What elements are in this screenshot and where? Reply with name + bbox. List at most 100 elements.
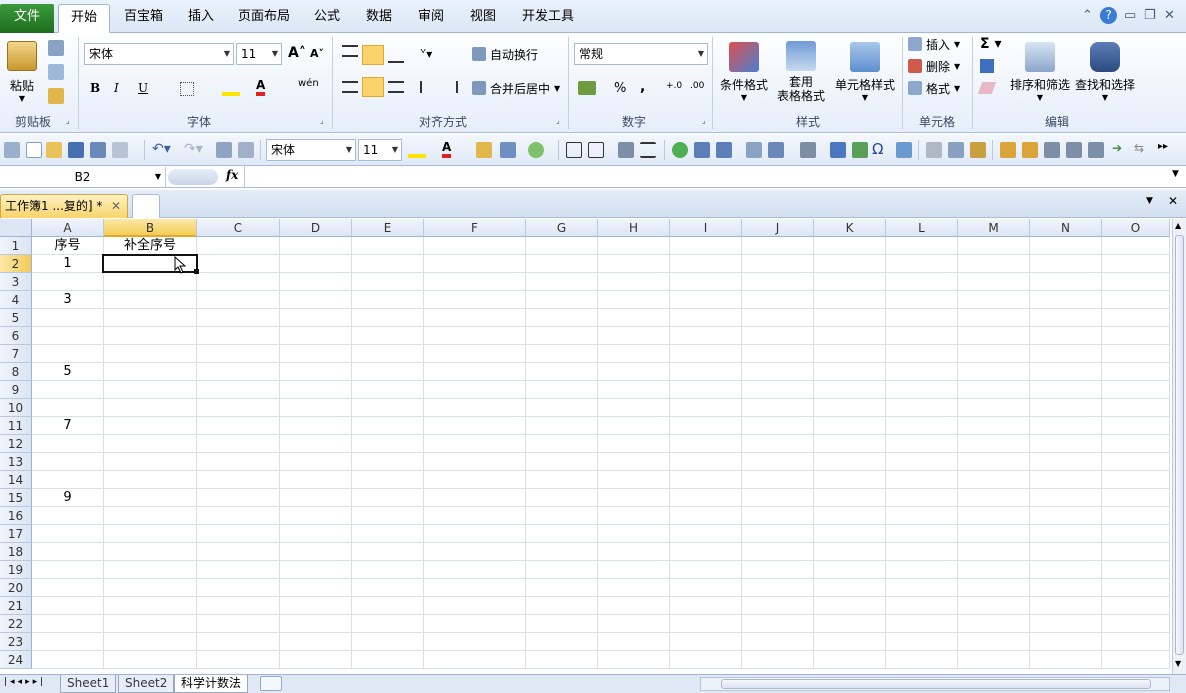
cell-j20[interactable] <box>742 579 814 597</box>
column-header-l[interactable]: L <box>886 219 958 237</box>
cell-c7[interactable] <box>197 345 280 363</box>
align-left-icon[interactable] <box>342 81 358 93</box>
cell-m16[interactable] <box>958 507 1030 525</box>
cell-h15[interactable] <box>598 489 670 507</box>
toolbar-icon-a[interactable] <box>694 142 710 158</box>
decrease-decimal-icon[interactable]: .00 <box>690 81 704 91</box>
cell-o12[interactable] <box>1102 435 1170 453</box>
cell-k13[interactable] <box>814 453 886 471</box>
cell-b9[interactable] <box>104 381 197 399</box>
expand-formula-icon[interactable]: ▼ <box>1172 169 1179 179</box>
cell-k1[interactable] <box>814 237 886 255</box>
cell-b21[interactable] <box>104 597 197 615</box>
cell-a1[interactable]: 序号 <box>32 237 104 255</box>
cell-f21[interactable] <box>424 597 526 615</box>
cell-k15[interactable] <box>814 489 886 507</box>
tab-page-layout[interactable]: 页面布局 <box>226 4 302 33</box>
cell-o23[interactable] <box>1102 633 1170 651</box>
cell-d7[interactable] <box>280 345 352 363</box>
cell-b13[interactable] <box>104 453 197 471</box>
cell-b6[interactable] <box>104 327 197 345</box>
cell-n17[interactable] <box>1030 525 1102 543</box>
cell-k24[interactable] <box>814 651 886 669</box>
cell-n2[interactable] <box>1030 255 1102 273</box>
cell-h11[interactable] <box>598 417 670 435</box>
cell-i24[interactable] <box>670 651 742 669</box>
column-header-o[interactable]: O <box>1102 219 1170 237</box>
cell-l10[interactable] <box>886 399 958 417</box>
cell-j11[interactable] <box>742 417 814 435</box>
cell-l19[interactable] <box>886 561 958 579</box>
cell-j19[interactable] <box>742 561 814 579</box>
cell-o14[interactable] <box>1102 471 1170 489</box>
cell-m2[interactable] <box>958 255 1030 273</box>
cell-f13[interactable] <box>424 453 526 471</box>
doc-tab-workbook1[interactable]: 工作簿1 ...复的] * ✕ <box>0 194 128 218</box>
tab-developer[interactable]: 开发工具 <box>510 4 586 33</box>
column-header-b[interactable]: B <box>104 219 197 237</box>
cell-l4[interactable] <box>886 291 958 309</box>
open-icon[interactable] <box>46 142 62 158</box>
cell-i2[interactable] <box>670 255 742 273</box>
row-header-8[interactable]: 8 <box>0 363 32 381</box>
cell-m1[interactable] <box>958 237 1030 255</box>
toolbar-font-color-icon[interactable]: A <box>442 140 452 158</box>
cell-f1[interactable] <box>424 237 526 255</box>
cell-l3[interactable] <box>886 273 958 291</box>
cell-j8[interactable] <box>742 363 814 381</box>
cell-h16[interactable] <box>598 507 670 525</box>
cell-a14[interactable] <box>32 471 104 489</box>
cell-a24[interactable] <box>32 651 104 669</box>
cell-g10[interactable] <box>526 399 598 417</box>
font-color-icon[interactable]: A <box>256 78 266 96</box>
cell-h3[interactable] <box>598 273 670 291</box>
cell-o4[interactable] <box>1102 291 1170 309</box>
cell-l6[interactable] <box>886 327 958 345</box>
cell-m12[interactable] <box>958 435 1030 453</box>
toolbar-icon-k[interactable] <box>1066 142 1082 158</box>
vertical-scroll-thumb[interactable] <box>1175 235 1184 655</box>
cell-m14[interactable] <box>958 471 1030 489</box>
cell-f22[interactable] <box>424 615 526 633</box>
cell-c24[interactable] <box>197 651 280 669</box>
spreadsheet-grid[interactable]: ABCDEFGHIJKLMNO 1 2 3 4 5 6 7 8 9 10 11 12 13 14 15 16 1… <box>0 219 1172 674</box>
close-all-icon[interactable]: ✕ <box>1168 194 1178 208</box>
cell-h8[interactable] <box>598 363 670 381</box>
align-center-icon[interactable] <box>362 77 384 97</box>
cell-i16[interactable] <box>670 507 742 525</box>
cell-h12[interactable] <box>598 435 670 453</box>
row-header-24[interactable]: 24 <box>0 651 32 669</box>
cell-j9[interactable] <box>742 381 814 399</box>
cell-c6[interactable] <box>197 327 280 345</box>
toolbar-font-combo[interactable]: 宋体 ▼ <box>266 139 356 161</box>
doc-tabs-menu-icon[interactable]: ▼ <box>1146 196 1153 206</box>
tab-formulas[interactable]: 公式 <box>302 4 352 33</box>
cell-h9[interactable] <box>598 381 670 399</box>
cell-g15[interactable] <box>526 489 598 507</box>
toolbar-icon-b[interactable] <box>716 142 732 158</box>
cell-f24[interactable] <box>424 651 526 669</box>
cell-l13[interactable] <box>886 453 958 471</box>
cell-f3[interactable] <box>424 273 526 291</box>
cell-k16[interactable] <box>814 507 886 525</box>
scroll-down-icon[interactable]: ▼ <box>1175 659 1181 668</box>
cell-i13[interactable] <box>670 453 742 471</box>
shrink-font-icon[interactable]: A˅ <box>310 47 324 60</box>
save-as-icon[interactable] <box>90 142 106 158</box>
tab-toolbox[interactable]: 百宝箱 <box>112 4 175 33</box>
cell-f4[interactable] <box>424 291 526 309</box>
cell-a2[interactable]: 1 <box>32 255 104 273</box>
cell-o2[interactable] <box>1102 255 1170 273</box>
cell-g9[interactable] <box>526 381 598 399</box>
row-header-16[interactable]: 16 <box>0 507 32 525</box>
cell-e24[interactable] <box>352 651 424 669</box>
cell-j21[interactable] <box>742 597 814 615</box>
column-header-c[interactable]: C <box>197 219 280 237</box>
cell-h19[interactable] <box>598 561 670 579</box>
cell-h2[interactable] <box>598 255 670 273</box>
cell-f5[interactable] <box>424 309 526 327</box>
cell-g13[interactable] <box>526 453 598 471</box>
cell-h22[interactable] <box>598 615 670 633</box>
cell-j13[interactable] <box>742 453 814 471</box>
cell-m4[interactable] <box>958 291 1030 309</box>
